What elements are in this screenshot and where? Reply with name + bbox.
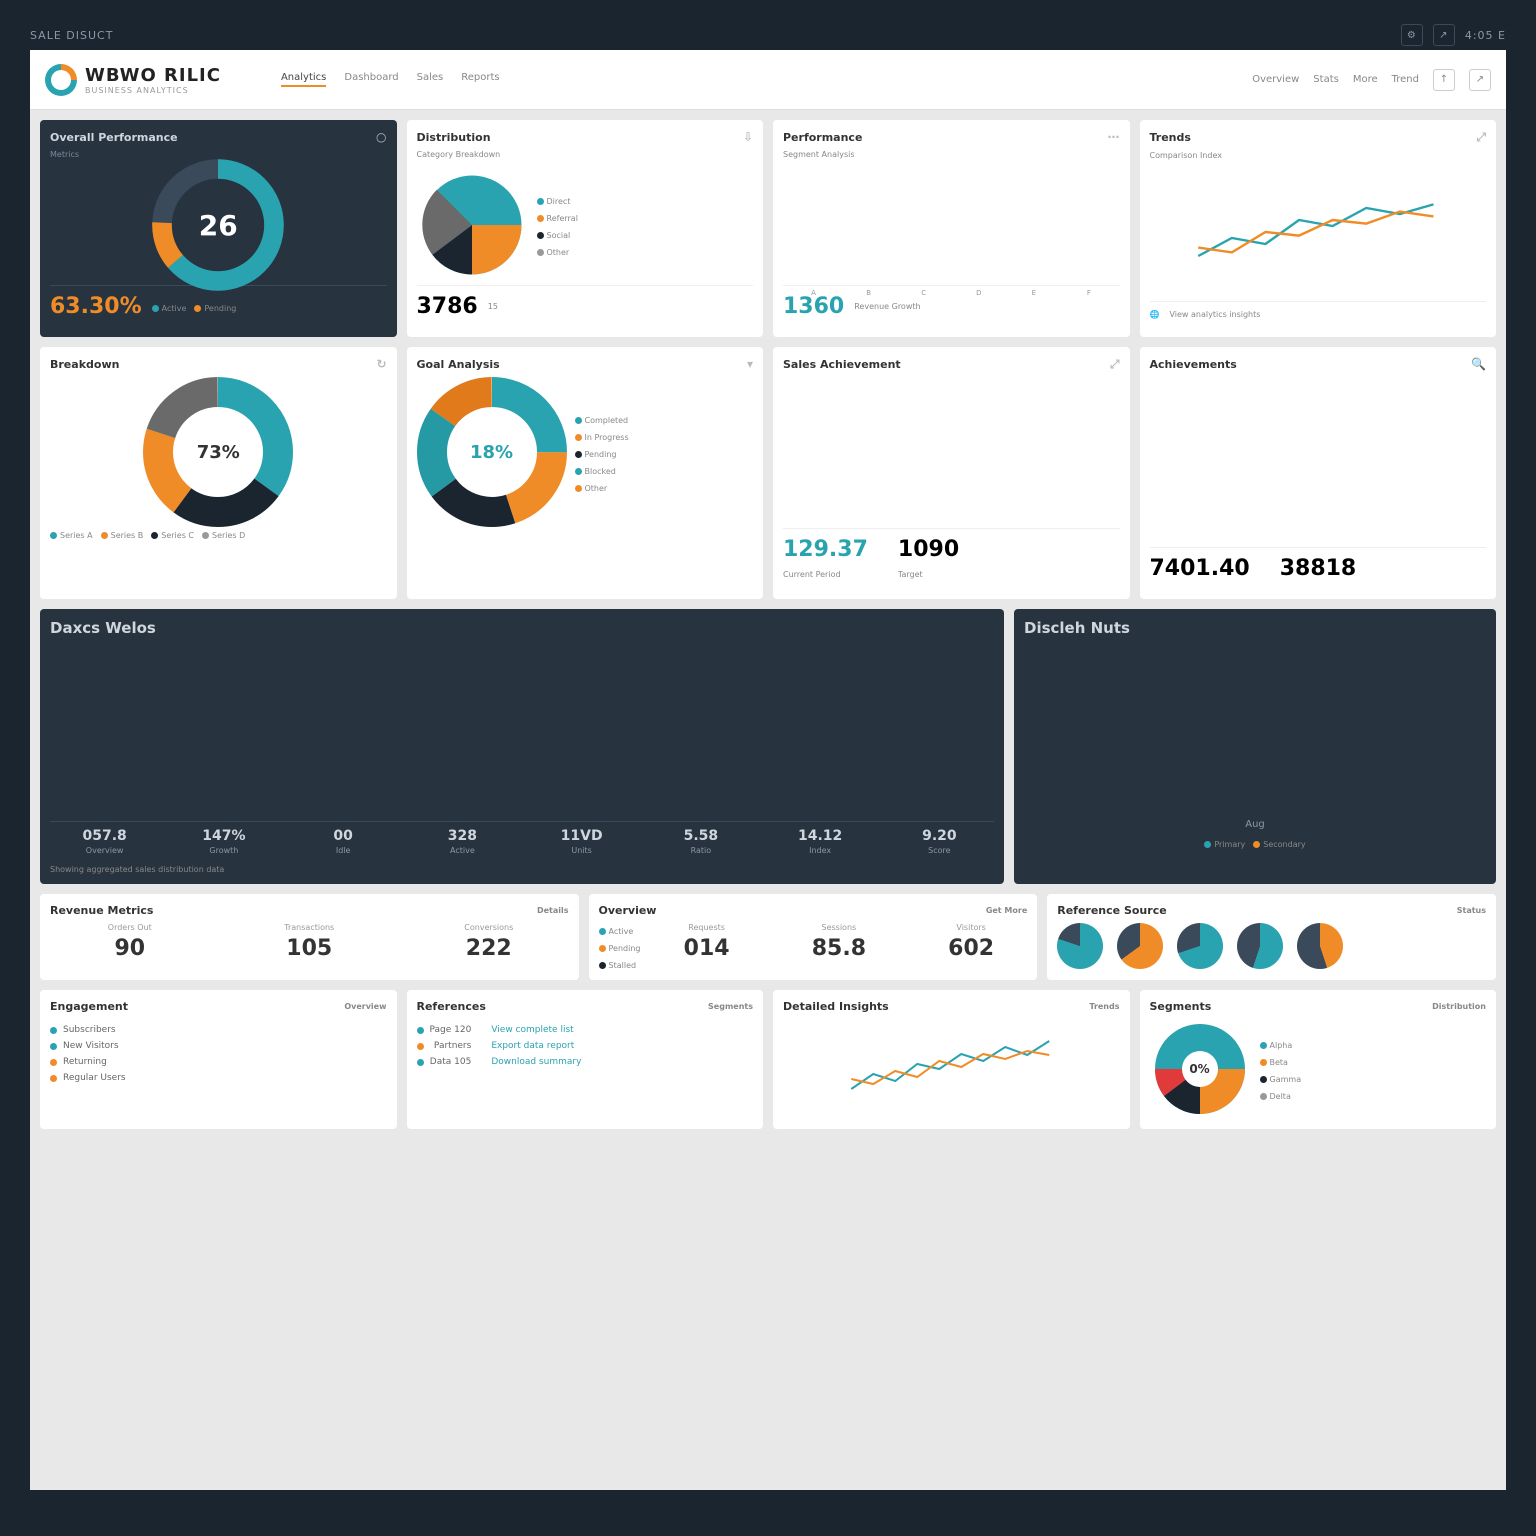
nav-item[interactable]: Reports [461, 72, 499, 87]
mini-donut [1057, 923, 1103, 969]
card-gauge: Overall Performance○ Metrics 26 63.30% [40, 120, 397, 337]
brand-subtitle: BUSINESS ANALYTICS [85, 86, 221, 95]
brand-title: WBWO RILIC [85, 65, 221, 86]
card-subtitle: Segment Analysis [783, 150, 1120, 159]
card-title: Overall Performance [50, 131, 178, 144]
card-sales-bars: Sales Achievement⤢ 129.37Current Period … [773, 347, 1130, 599]
gauge-chart: 26 [148, 155, 288, 295]
card-revenue: Revenue MetricsDetails Orders Out90Trans… [40, 894, 579, 980]
nav-item[interactable]: Sales [417, 72, 444, 87]
header-link[interactable]: Overview [1252, 74, 1299, 85]
card-title: Performance [783, 131, 862, 144]
line-chart [1150, 166, 1487, 286]
bar-chart [1024, 643, 1486, 813]
nav-item[interactable]: Dashboard [344, 72, 398, 87]
mini-donut [1117, 923, 1163, 969]
card-donut-b: Goal Analysis▾ 18% Completed [407, 347, 764, 599]
info-icon[interactable]: ○ [376, 130, 386, 144]
card-insights: Detailed InsightsTrends [773, 990, 1130, 1129]
card-overview: OverviewGet More Active Pending Stalled … [589, 894, 1038, 980]
nav-item[interactable]: Analytics [281, 72, 326, 87]
donut-center: 73% [50, 377, 387, 527]
expand-icon[interactable]: ⤢ [1110, 357, 1120, 372]
bar-chart: ABCDEF [783, 165, 1120, 285]
header-link[interactable]: More [1353, 74, 1378, 85]
stat-value: 63.30% [50, 294, 142, 319]
filter-icon[interactable]: ▾ [747, 357, 753, 371]
bar-chart [783, 378, 1120, 528]
card-donut-a: Breakdown↻ 73% Series A Series B Series … [40, 347, 397, 599]
card-references: ReferencesSegments Page 120PartnersData … [407, 990, 764, 1129]
mini-donut [1237, 923, 1283, 969]
header-link[interactable]: Stats [1313, 74, 1339, 85]
more-icon[interactable]: ⋯ [1108, 130, 1120, 144]
donut-center: 18% [417, 377, 567, 527]
gauge-value: 26 [148, 155, 288, 295]
card-wide-bars: Daxcs Welos 057.8Overview147%Growth00Idl… [40, 609, 1004, 884]
stat-value: 3786 [417, 294, 478, 319]
logo-icon [45, 64, 77, 96]
bar-chart [1150, 377, 1487, 527]
window-topbar: SALE DISUCT ⚙ ↗ 4:05 E [0, 20, 1536, 50]
mini-donut [1297, 923, 1343, 969]
stat-value: 1360 [783, 294, 844, 319]
card-bars: Performance ⋯ Segment Analysis ABCDEF 136… [773, 120, 1130, 337]
settings-icon[interactable]: ⚙ [1401, 24, 1423, 46]
globe-icon: 🌐 [1150, 310, 1160, 319]
app-name: SALE DISUCT [30, 29, 113, 42]
search-icon[interactable]: 🔍 [1471, 357, 1486, 371]
refresh-icon[interactable]: ↻ [376, 357, 386, 371]
card-achieve-bars: Achievements🔍 7401.40 38818 [1140, 347, 1497, 599]
clock: 4:05 E [1465, 29, 1506, 42]
card-segments: SegmentsDistribution 0% Alpha [1140, 990, 1497, 1129]
card-line: Trends⤢ Comparison Index 🌐 View analytic… [1140, 120, 1497, 337]
main-nav: Analytics Dashboard Sales Reports [281, 72, 500, 87]
mini-donut [1177, 923, 1223, 969]
bar-chart [50, 643, 994, 813]
card-title: Trends [1150, 131, 1191, 144]
menu-icon[interactable]: ↗ [1469, 69, 1491, 91]
expand-icon[interactable]: ⤢ [1476, 130, 1486, 145]
export-icon[interactable]: ↗ [1433, 24, 1455, 46]
line-chart [783, 1019, 1120, 1109]
card-subtitle: Category Breakdown [417, 150, 754, 159]
upload-icon[interactable]: ↑ [1433, 69, 1455, 91]
card-title: Distribution [417, 131, 491, 144]
header-link[interactable]: Trend [1392, 74, 1419, 85]
card-reference: Reference SourceStatus [1047, 894, 1496, 980]
card-pie: Distribution⇩ Category Breakdown Direct … [407, 120, 764, 337]
pie-chart [417, 170, 527, 280]
download-icon[interactable]: ⇩ [743, 130, 753, 144]
card-subtitle: Comparison Index [1150, 151, 1487, 160]
card-engagement: EngagementOverview SubscribersNew Visito… [40, 990, 397, 1129]
app-header: WBWO RILIC BUSINESS ANALYTICS Analytics … [30, 50, 1506, 110]
card-wide-right: Discleh Nuts Aug Primary Secondary [1014, 609, 1496, 884]
